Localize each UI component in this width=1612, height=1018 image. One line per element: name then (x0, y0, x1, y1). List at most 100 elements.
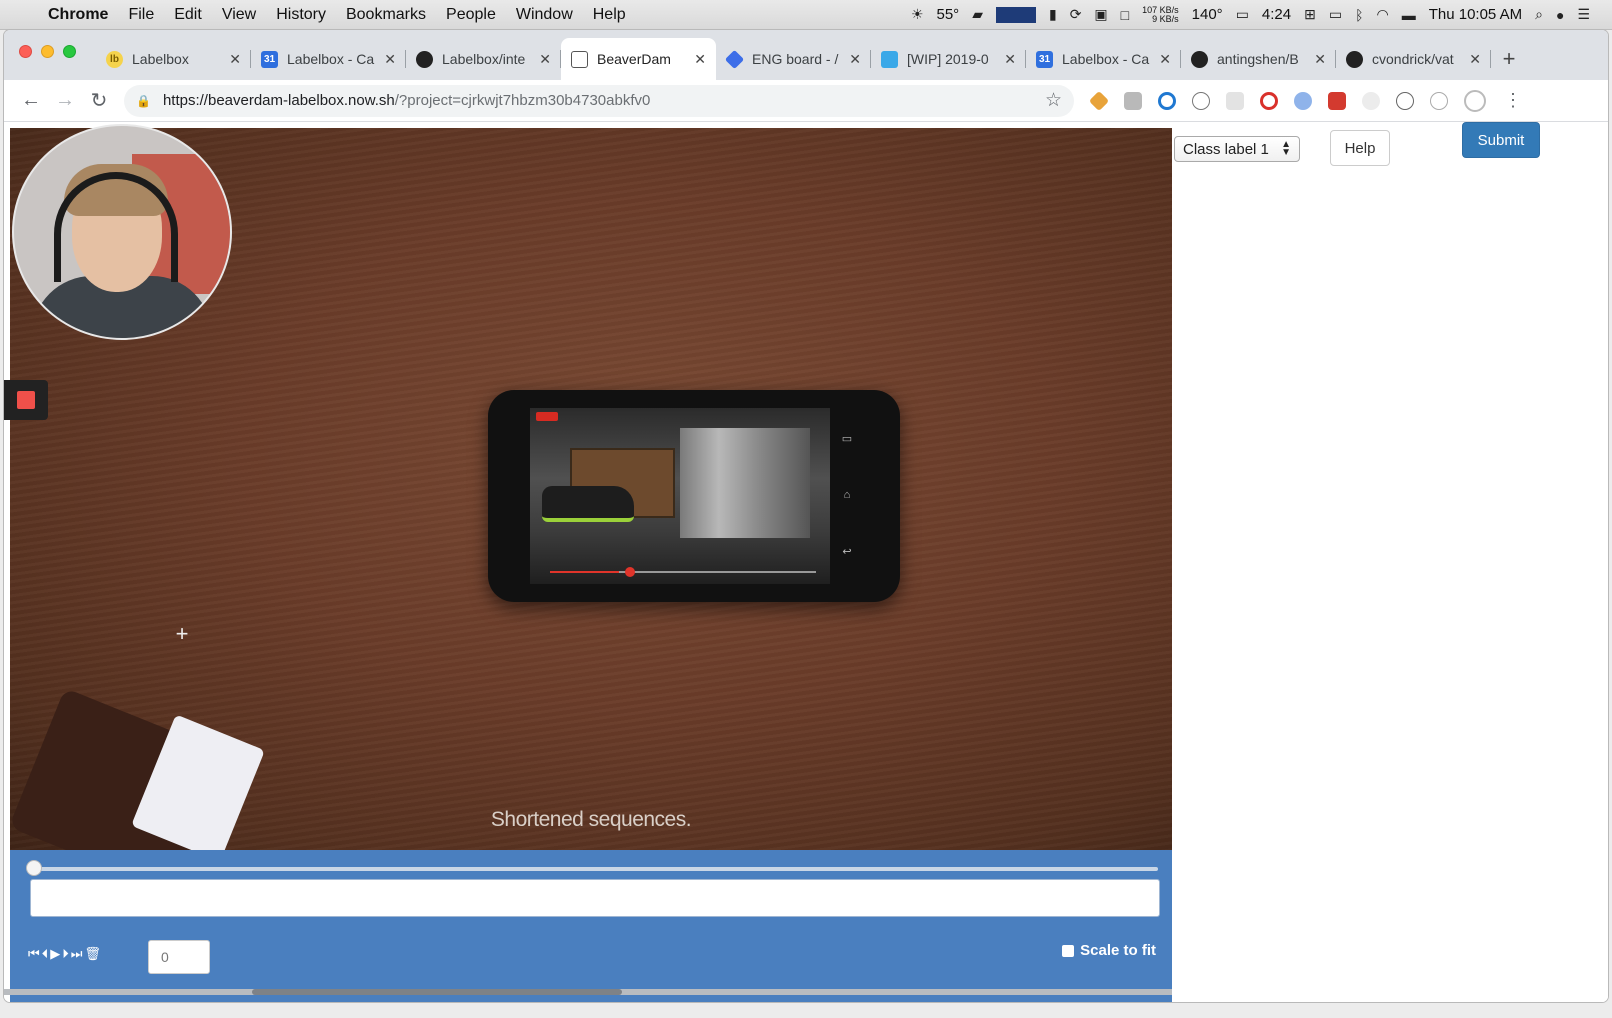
timeline-slider-track[interactable] (32, 867, 1158, 871)
tab-beaverdam[interactable]: BeaverDam ✕ (561, 38, 716, 80)
annotation-timeline[interactable] (30, 879, 1160, 917)
close-tab-icon[interactable]: ✕ (694, 51, 706, 68)
tab-github-cvondrick[interactable]: cvondrick/vat ✕ (1336, 38, 1491, 80)
step-back-icon[interactable]: ⏴ (42, 946, 48, 962)
profile-avatar-icon[interactable] (1464, 89, 1486, 112)
scale-to-fit-checkbox[interactable] (1062, 944, 1075, 957)
playback-buttons: ⏮ ⏴ ▶ ⏵ ⏭ 🗑 (28, 946, 101, 962)
extension-icon[interactable] (1088, 90, 1110, 111)
phone-progress-knob (625, 567, 635, 577)
reload-icon[interactable]: ↻ (82, 88, 116, 113)
close-window-button[interactable] (19, 45, 32, 58)
back-arrow-icon[interactable]: ← (14, 89, 48, 112)
forward-arrow-icon[interactable]: → (48, 89, 82, 112)
close-tab-icon[interactable]: ✕ (1159, 51, 1171, 68)
window-icon[interactable]: □ (1121, 7, 1129, 23)
document-icon (571, 50, 588, 68)
spotlight-search-icon[interactable]: ⌕ (1535, 6, 1543, 23)
extension-icon[interactable] (1430, 91, 1448, 110)
menu-people[interactable]: People (436, 6, 506, 24)
lock-icon[interactable]: 🔒 (136, 94, 151, 108)
annotation-side-panel: Class label 1 ▲ ▼ Help Submit (1172, 122, 1608, 1002)
extension-icon[interactable] (1260, 91, 1278, 110)
delete-trash-icon[interactable]: 🗑 (84, 946, 100, 962)
tab-labelbox-calendar-2[interactable]: 31 Labelbox - Ca ✕ (1026, 38, 1181, 80)
tab-github-labelbox[interactable]: Labelbox/inte ✕ (406, 38, 561, 80)
extension-icon[interactable] (1294, 91, 1312, 110)
menu-help[interactable]: Help (583, 6, 636, 24)
frame-number-input[interactable] (148, 940, 210, 974)
menu-view[interactable]: View (212, 6, 266, 24)
close-tab-icon[interactable]: ✕ (849, 51, 861, 68)
siri-icon[interactable]: ● (1556, 7, 1564, 23)
scale-to-fit-toggle[interactable]: Scale to fit (1062, 942, 1156, 959)
tab-labelbox-calendar[interactable]: 31 Labelbox - Ca ✕ (251, 38, 406, 80)
extension-icon[interactable] (1158, 91, 1176, 110)
close-tab-icon[interactable]: ✕ (384, 51, 396, 68)
extension-icon[interactable] (1328, 91, 1346, 110)
bookmark-star-icon[interactable]: ☆ (1045, 89, 1062, 112)
player-controls: ⏮ ⏴ ▶ ⏵ ⏭ 🗑 Scale to fit (10, 850, 1172, 1002)
docker-icon[interactable]: ▰ (972, 6, 983, 23)
chrome-menu-icon[interactable]: ⋮ (1504, 90, 1522, 111)
help-button[interactable]: Help (1330, 130, 1390, 166)
close-tab-icon[interactable]: ✕ (539, 51, 551, 68)
address-bar[interactable]: 🔒 https://beaverdam-labelbox.now.sh/?pro… (124, 84, 1074, 117)
close-tab-icon[interactable]: ✕ (1004, 51, 1016, 68)
sensor-temp: 140° (1191, 6, 1223, 23)
timeline-slider-handle[interactable] (26, 860, 42, 876)
extension-icon[interactable] (1192, 91, 1210, 110)
notification-center-icon[interactable]: ☰ (1577, 6, 1590, 23)
close-tab-icon[interactable]: ✕ (1314, 51, 1326, 68)
phone-progress-fill (550, 571, 620, 573)
battery-icon[interactable]: ▬ (1402, 7, 1416, 23)
stop-recording-button[interactable] (4, 380, 48, 420)
bartender-icon[interactable]: ▣ (1094, 6, 1107, 23)
extension-icon[interactable] (1362, 91, 1380, 110)
menu-edit[interactable]: Edit (164, 6, 212, 24)
extension-icon[interactable] (1396, 91, 1414, 110)
labelbox-icon: lb (106, 50, 123, 68)
maximize-window-button[interactable] (63, 45, 76, 58)
bluetooth-icon[interactable]: ᛒ (1355, 7, 1363, 23)
extension-icon[interactable] (1124, 91, 1142, 110)
new-tab-button[interactable]: + (1491, 38, 1527, 80)
clock[interactable]: Thu 10:05 AM (1429, 6, 1522, 23)
class-label-select[interactable]: Class label 1 ▲ ▼ (1174, 136, 1300, 162)
skip-to-start-icon[interactable]: ⏮ (28, 946, 40, 962)
close-tab-icon[interactable]: ✕ (1469, 51, 1481, 68)
tab-labelbox[interactable]: lb Labelbox ✕ (96, 38, 251, 80)
step-forward-icon[interactable]: ⏵ (62, 946, 68, 962)
submit-button[interactable]: Submit (1462, 122, 1540, 158)
crosshair-cursor-icon: + (175, 621, 189, 646)
memory-icon[interactable]: ▮ (1049, 6, 1057, 23)
tab-title: Labelbox/inte (442, 51, 526, 67)
airplay-icon[interactable]: ▭ (1329, 6, 1342, 23)
tab-github-antingshen[interactable]: antingshen/B ✕ (1181, 38, 1336, 80)
phone-image: ▭ ⌂ ↩ (488, 390, 900, 602)
sync-icon[interactable]: ⟳ (1070, 6, 1082, 23)
menu-window[interactable]: Window (506, 6, 583, 24)
menu-file[interactable]: File (118, 6, 164, 24)
cpu-graph-icon[interactable] (995, 6, 1036, 23)
calendar-icon: 31 (261, 50, 278, 68)
close-tab-icon[interactable]: ✕ (229, 51, 241, 68)
screen-icon[interactable]: ⊞ (1304, 6, 1316, 23)
car-shape (542, 486, 634, 522)
minimize-window-button[interactable] (41, 45, 54, 58)
browser-window: lb Labelbox ✕ 31 Labelbox - Ca ✕ Labelbo… (4, 30, 1608, 1002)
extension-icon[interactable] (1226, 91, 1244, 110)
browser-toolbar: ← → ↻ 🔒 https://beaverdam-labelbox.now.s… (4, 80, 1608, 122)
webcam-overlay (12, 124, 232, 340)
tab-eng-board[interactable]: ENG board - / ✕ (716, 38, 871, 80)
url-host: https://beaverdam-labelbox.now.sh (162, 92, 395, 109)
menu-history[interactable]: History (266, 6, 336, 24)
skip-to-end-icon[interactable]: ⏭ (71, 946, 83, 962)
play-icon[interactable]: ▶ (50, 946, 60, 962)
scrollbar-thumb[interactable] (252, 989, 622, 995)
wifi-icon[interactable]: ◠ (1377, 6, 1389, 23)
menu-bookmarks[interactable]: Bookmarks (336, 6, 436, 24)
tab-title: Labelbox - Ca (287, 51, 375, 67)
tab-wip[interactable]: [WIP] 2019-0 ✕ (871, 38, 1026, 80)
menu-app-name[interactable]: Chrome (38, 6, 118, 24)
